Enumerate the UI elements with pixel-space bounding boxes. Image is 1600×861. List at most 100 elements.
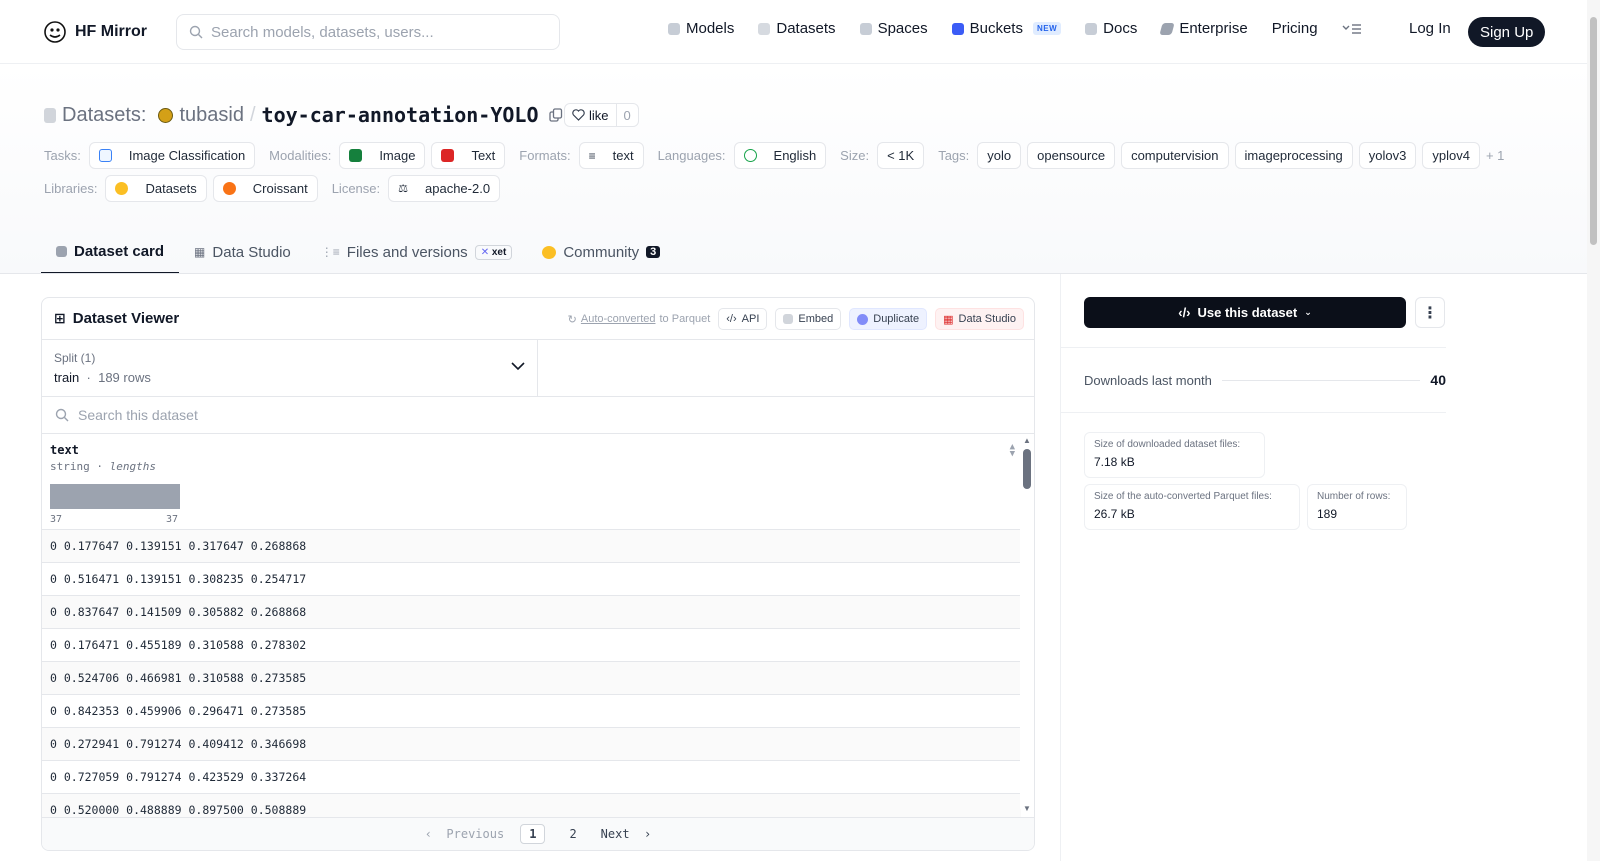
tag-opensource[interactable]: opensource	[1027, 142, 1116, 169]
tag-size[interactable]: < 1K	[877, 142, 925, 169]
scroll-down-icon[interactable]: ▼	[1023, 804, 1031, 813]
tag-computervision[interactable]: computervision	[1121, 142, 1229, 169]
split-selector[interactable]: Split (1) train · 189 rows	[42, 340, 538, 396]
stat-label: Number of rows:	[1317, 491, 1391, 502]
table-icon: ▦	[194, 245, 206, 259]
use-this-dataset-button[interactable]: ‹/› Use this dataset ⌄	[1084, 297, 1406, 328]
table-row[interactable]: 0 0.272941 0.791274 0.409412 0.346698	[42, 728, 1021, 761]
api-button[interactable]: ‹/› API	[718, 308, 768, 330]
text-icon	[441, 149, 455, 162]
libraries-label: Libraries:	[44, 181, 98, 196]
column-type: string	[50, 460, 90, 473]
stat-value: 26.7 kB	[1094, 507, 1135, 521]
histogram-min: 37	[50, 514, 63, 525]
embed-label: Embed	[798, 313, 834, 325]
hugging-face-icon	[115, 182, 129, 195]
owner-link[interactable]: tubasid	[179, 104, 244, 127]
page-1-button[interactable]: 1	[520, 824, 546, 844]
api-label: API	[741, 313, 760, 325]
duplicate-button[interactable]: Duplicate	[849, 308, 928, 330]
table-row[interactable]: 0 0.524706 0.466981 0.310588 0.273585	[42, 662, 1021, 695]
table-scrollbar[interactable]: ▲ ▼	[1020, 436, 1034, 813]
dataset-icon	[44, 107, 56, 123]
next-page-button[interactable]: Next ›	[601, 827, 652, 841]
grid-icon: ⊞	[54, 310, 66, 326]
brand-logo[interactable]: HF Mirror	[43, 20, 147, 44]
nav-buckets[interactable]: Buckets NEW	[951, 20, 1062, 37]
page-2-button[interactable]: 2	[561, 825, 584, 843]
tags-label: Tags:	[938, 148, 970, 163]
more-options-button[interactable]: ⋮	[1415, 297, 1445, 328]
metadata-row-2: Libraries: Datasets Croissant License: ⚖…	[44, 175, 501, 202]
nav-models-label: Models	[686, 20, 735, 37]
data-studio-button[interactable]: ▦ Data Studio	[935, 308, 1024, 330]
dataset-search-input[interactable]: Search this dataset	[42, 397, 1034, 434]
signup-button[interactable]: Sign Up	[1468, 17, 1546, 47]
nav-models[interactable]: Models	[668, 20, 734, 37]
sort-icon[interactable]: ▲ ▼	[1010, 443, 1015, 459]
auto-converted-link[interactable]: Auto-converted	[581, 313, 656, 325]
stat-download-size: Size of downloaded dataset files: 7.18 k…	[1084, 432, 1265, 478]
tag-library-croissant[interactable]: Croissant	[212, 175, 318, 202]
scroll-up-icon[interactable]: ▲	[1023, 436, 1031, 445]
more-tags-button[interactable]: + 1	[1486, 148, 1504, 163]
nav-docs[interactable]: Docs	[1085, 20, 1137, 37]
table-row[interactable]: 0 0.837647 0.141509 0.305882 0.268868	[42, 596, 1021, 629]
table-row[interactable]: 0 0.176471 0.455189 0.310588 0.278302	[42, 629, 1021, 662]
page-scroll-thumb[interactable]	[1590, 17, 1597, 245]
image-icon	[349, 149, 363, 162]
community-count: 3	[646, 246, 661, 258]
tab-label: Dataset card	[74, 242, 165, 260]
brand-icon	[44, 21, 66, 43]
metadata-row-1: Tasks: Image Classification Modalities: …	[44, 142, 1506, 169]
tag-task-image-classification[interactable]: Image Classification	[88, 142, 256, 169]
tab-label: Files and versions	[346, 243, 468, 261]
tag-library-datasets[interactable]: Datasets	[105, 175, 207, 202]
sidebar-divider	[1061, 347, 1446, 348]
table-row[interactable]: 0 0.516471 0.139151 0.308235 0.254717	[42, 563, 1021, 596]
tab-data-studio[interactable]: ▦ Data Studio	[179, 230, 306, 274]
length-histogram-bar[interactable]	[50, 484, 180, 509]
nav-enterprise[interactable]: Enterprise	[1159, 20, 1248, 37]
scroll-thumb[interactable]	[1023, 449, 1031, 489]
menu-icon	[1342, 23, 1361, 34]
table-row[interactable]: 0 0.727059 0.791274 0.423529 0.337264	[42, 761, 1021, 794]
tag-label: opensource	[1037, 148, 1106, 163]
tab-dataset-card[interactable]: Dataset card	[41, 230, 180, 274]
previous-page-button[interactable]: ‹ Previous	[425, 827, 504, 841]
tag-yolo[interactable]: yolo	[977, 142, 1022, 169]
login-link[interactable]: Log In	[1409, 20, 1451, 37]
nav-spaces[interactable]: Spaces	[859, 20, 928, 37]
tag-yplov4[interactable]: yplov4	[1422, 142, 1480, 169]
stat-label: Size of downloaded dataset files:	[1094, 439, 1241, 450]
viewer-header: ⊞ Dataset Viewer ↻ Auto-converted to Parque…	[42, 298, 1034, 340]
tag-modality-image[interactable]: Image	[339, 142, 426, 169]
content-divider	[1060, 274, 1061, 861]
tab-community[interactable]: Community 3	[527, 230, 675, 274]
tag-format-text[interactable]: ≡ text	[578, 142, 644, 169]
tag-license[interactable]: ⚖ apache-2.0	[388, 175, 501, 202]
nav-pricing[interactable]: Pricing	[1272, 20, 1318, 37]
tag-language-english[interactable]: English	[733, 142, 827, 169]
tag-modality-text[interactable]: Text	[431, 142, 506, 169]
sidebar-divider	[1061, 412, 1446, 413]
repo-name[interactable]: toy-car-annotation-YOLO	[262, 103, 539, 127]
table-row[interactable]: 0 0.842353 0.459906 0.296471 0.273585	[42, 695, 1021, 728]
nav-pricing-label: Pricing	[1271, 20, 1318, 37]
like-button[interactable]: like 0	[564, 103, 639, 127]
global-search-input[interactable]: Search models, datasets, users...	[176, 14, 560, 50]
tab-files-and-versions[interactable]: ⋮≡ Files and versions ✕ xet	[306, 230, 528, 274]
page-scrollbar[interactable]	[1587, 0, 1600, 861]
nav-more-menu[interactable]	[1342, 23, 1362, 35]
embed-button[interactable]: Embed	[775, 308, 842, 330]
nav-enterprise-label: Enterprise	[1179, 20, 1248, 37]
tag-yolov3[interactable]: yolov3	[1358, 142, 1417, 169]
table-row[interactable]: 0 0.177647 0.139151 0.317647 0.268868	[42, 530, 1021, 563]
downloads-stat: Downloads last month 40	[1084, 372, 1446, 388]
tag-label: computervision	[1131, 148, 1219, 163]
split-name: train	[54, 370, 80, 385]
tag-imageprocessing[interactable]: imageprocessing	[1234, 142, 1353, 169]
copy-icon[interactable]	[548, 108, 563, 122]
nav-datasets[interactable]: Datasets	[758, 20, 836, 37]
tag-label: apache-2.0	[425, 181, 491, 196]
